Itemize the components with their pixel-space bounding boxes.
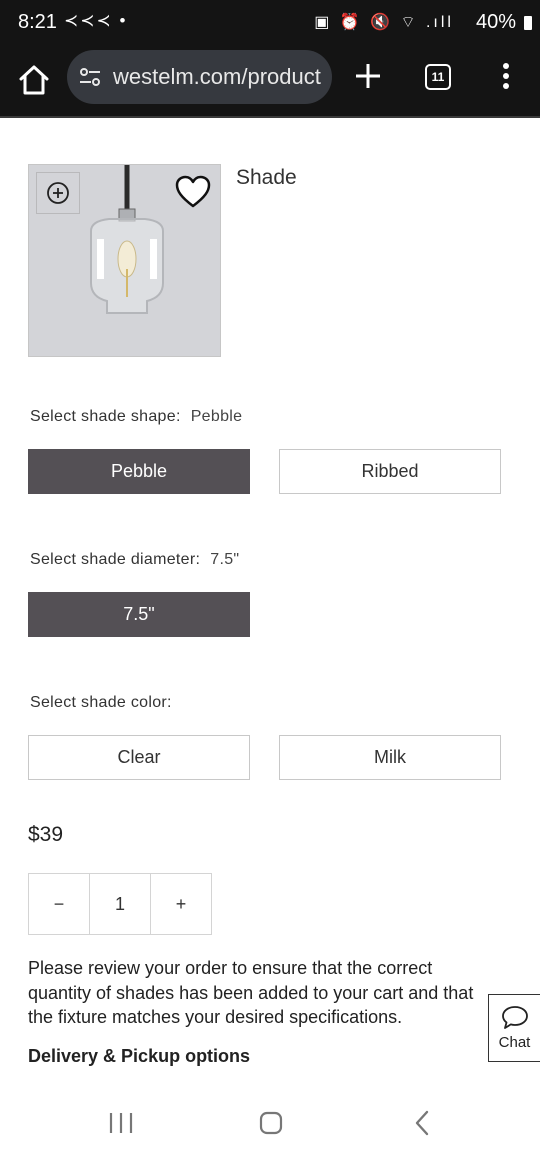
quantity-input[interactable]: 1	[89, 874, 151, 934]
product-name: Shade	[236, 166, 297, 189]
chat-bubble-icon	[502, 1006, 528, 1029]
shape-pebble-button[interactable]: Pebble	[28, 449, 250, 494]
decrease-quantity-button[interactable]: −	[29, 874, 89, 934]
home-icon[interactable]	[16, 62, 52, 98]
status-time: 8:21	[18, 11, 57, 33]
shape-label-text: Select shade shape:	[30, 408, 181, 425]
notification-icons: ≺≺≺ •	[64, 11, 128, 30]
site-settings-icon[interactable]	[79, 68, 101, 86]
diameter-label-text: Select shade diameter:	[30, 551, 201, 568]
address-bar[interactable]: westelm.com/product	[67, 50, 332, 104]
system-status-icons: ▣ ⏰ 🔇 ⌔ .ıll	[314, 14, 454, 31]
color-option-label: Select shade color:	[30, 694, 172, 712]
zoom-button[interactable]	[36, 172, 80, 214]
new-tab-icon[interactable]	[353, 61, 383, 91]
chat-button[interactable]: Chat	[488, 994, 540, 1062]
order-review-notice: Please review your order to ensure that …	[28, 958, 474, 1027]
browser-toolbar: westelm.com/product 11	[0, 46, 540, 118]
favorite-heart-icon[interactable]	[175, 175, 211, 209]
chat-label: Chat	[498, 1034, 531, 1051]
color-label-text: Select shade color:	[30, 694, 172, 711]
more-menu-icon[interactable]	[496, 63, 516, 91]
color-milk-button[interactable]: Milk	[279, 735, 501, 780]
battery-icon	[524, 16, 532, 30]
url-text: westelm.com/product	[113, 64, 321, 89]
shape-selected-value: Pebble	[190, 408, 243, 425]
color-clear-button[interactable]: Clear	[28, 735, 250, 780]
battery-percent: 40%	[475, 11, 516, 33]
home-nav-icon[interactable]	[259, 1111, 283, 1135]
product-price: $39	[28, 823, 64, 846]
shape-ribbed-button[interactable]: Ribbed	[279, 449, 501, 494]
system-navigation-bar	[0, 1090, 540, 1158]
diameter-7-5-button[interactable]: 7.5"	[28, 592, 250, 637]
diameter-option-label: Select shade diameter: 7.5"	[30, 551, 239, 569]
diameter-selected-value: 7.5"	[210, 551, 240, 568]
delivery-pickup-heading[interactable]: Delivery & Pickup options	[28, 1046, 250, 1067]
back-icon[interactable]	[413, 1110, 431, 1136]
product-image[interactable]	[28, 164, 221, 357]
recent-apps-icon[interactable]	[108, 1112, 134, 1134]
tab-switcher-button[interactable]: 11	[425, 64, 451, 90]
status-bar: 8:21 ≺≺≺ • ▣ ⏰ 🔇 ⌔ .ıll 40%	[0, 0, 540, 46]
shape-option-label: Select shade shape: Pebble	[30, 408, 242, 426]
quantity-stepper: − 1 +	[28, 873, 212, 935]
zoom-in-icon	[47, 182, 69, 204]
increase-quantity-button[interactable]: +	[151, 874, 211, 934]
